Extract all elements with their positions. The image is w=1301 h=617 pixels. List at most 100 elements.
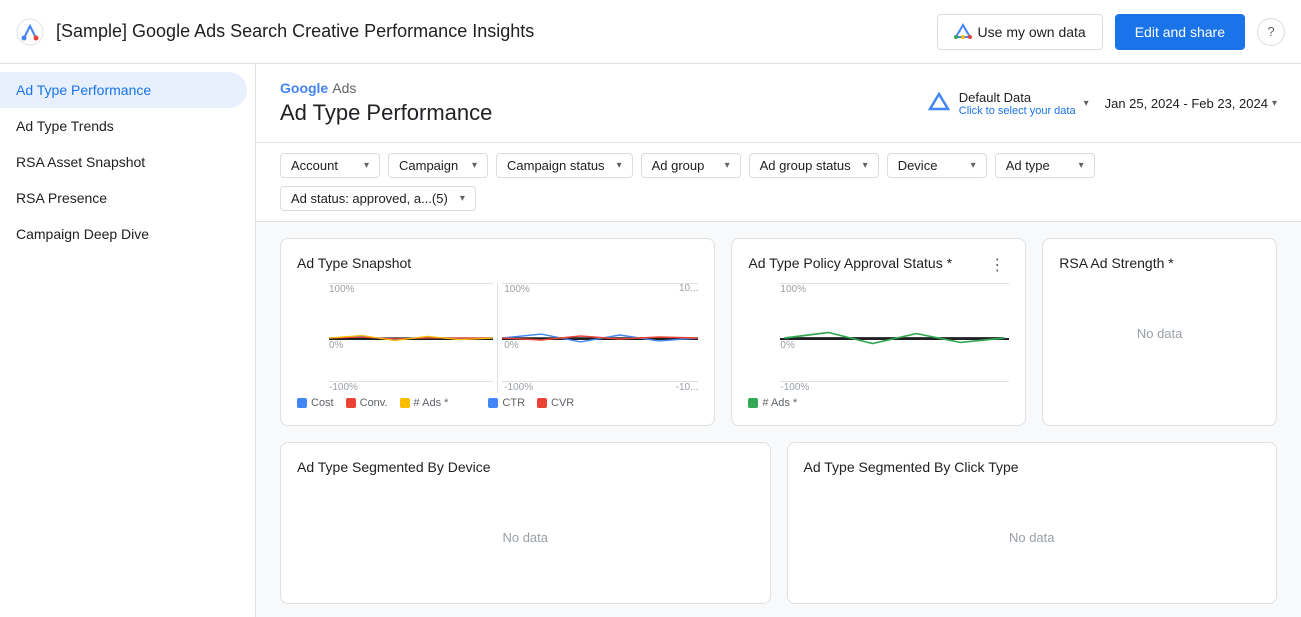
sidebar-item-label: Ad Type Trends	[16, 118, 114, 134]
chart-title-snapshot: Ad Type Snapshot	[297, 255, 698, 271]
chart-click-nodata: No data	[804, 487, 1261, 587]
legend-label-cvr: CVR	[551, 397, 574, 409]
filter-account[interactable]: Account ▾	[280, 153, 380, 178]
chart-policy-legend: # Ads *	[748, 397, 1009, 409]
filter-ad-group-status[interactable]: Ad group status ▾	[749, 153, 879, 178]
legend-cvr: CVR	[537, 397, 574, 409]
sidebar-item-label: RSA Presence	[16, 190, 107, 206]
chart-snapshot-body: 100% 0% -100%	[297, 283, 698, 393]
legend-policy-ads: # Ads *	[748, 397, 797, 409]
filter-ad-group-arrow: ▾	[725, 160, 730, 171]
filter-ad-group-status-arrow: ▾	[863, 160, 868, 171]
report-page-title: Ad Type Performance	[280, 100, 492, 126]
filter-bar: Account ▾ Campaign ▾ Campaign status ▾ A…	[256, 143, 1301, 222]
filter-ad-type-label: Ad type	[1006, 158, 1050, 173]
filter-campaign-status[interactable]: Campaign status ▾	[496, 153, 633, 178]
date-range-arrow: ▾	[1272, 98, 1277, 109]
help-icon: ?	[1267, 24, 1274, 39]
legend-spacer	[460, 397, 476, 409]
sidebar-item-ad-type-trends[interactable]: Ad Type Trends	[0, 108, 247, 144]
sidebar-item-rsa-presence[interactable]: RSA Presence	[0, 180, 247, 216]
chart-device-nodata: No data	[297, 487, 754, 587]
sidebar-item-campaign-deep-dive[interactable]: Campaign Deep Dive	[0, 216, 247, 252]
chart-snapshot-legend: Cost Conv. # Ads * CTR	[297, 397, 698, 409]
data-source-icon	[927, 91, 951, 115]
chart-svg-right	[502, 283, 698, 393]
legend-dot-conv	[346, 398, 356, 408]
legend-label-policy-ads: # Ads *	[762, 397, 797, 409]
legend-dot-policy-ads	[748, 398, 758, 408]
sidebar-item-label: RSA Asset Snapshot	[16, 154, 145, 170]
sidebar-item-rsa-asset-snapshot[interactable]: RSA Asset Snapshot	[0, 144, 247, 180]
legend-dot-cost	[297, 398, 307, 408]
report-header-right: Default Data Click to select your data ▾…	[927, 90, 1277, 117]
report-header-left: Google Ads Ad Type Performance	[280, 80, 492, 126]
filter-campaign-status-arrow: ▾	[617, 160, 622, 171]
help-button[interactable]: ?	[1257, 18, 1285, 46]
filter-device-label: Device	[898, 158, 938, 173]
filter-device-arrow: ▾	[971, 160, 976, 171]
filter-campaign-arrow: ▾	[472, 160, 477, 171]
charts-area: Ad Type Snapshot 100% 0% -100%	[256, 222, 1301, 617]
chart-segmented-device: Ad Type Segmented By Device No data	[280, 442, 771, 604]
chart-policy-body: 100% 0% -100%	[748, 283, 1009, 393]
legend-conv: Conv.	[346, 397, 388, 409]
data-source-arrow: ▾	[1084, 98, 1089, 109]
legend-cost: Cost	[297, 397, 334, 409]
filter-ad-status[interactable]: Ad status: approved, a...(5) ▾	[280, 186, 476, 211]
chart-ad-type-snapshot: Ad Type Snapshot 100% 0% -100%	[280, 238, 715, 426]
content-area: Google Ads Ad Type Performance Default D…	[256, 64, 1301, 617]
filter-account-arrow: ▾	[364, 160, 369, 171]
top-header: [Sample] Google Ads Search Creative Perf…	[0, 0, 1301, 64]
filter-ad-group[interactable]: Ad group ▾	[641, 153, 741, 178]
report-header: Google Ads Ad Type Performance Default D…	[256, 64, 1301, 143]
filter-ad-status-arrow: ▾	[460, 193, 465, 204]
chart-svg-policy	[780, 283, 1009, 393]
filter-device[interactable]: Device ▾	[887, 153, 987, 178]
chart-divider	[497, 283, 498, 393]
sidebar-item-ad-type-performance[interactable]: Ad Type Performance	[0, 72, 247, 108]
chart-title-rsa-strength: RSA Ad Strength *	[1059, 255, 1260, 271]
charts-row-2: Ad Type Segmented By Device No data Ad T…	[280, 442, 1277, 604]
chart-policy-approval: Ad Type Policy Approval Status * ⋮ 100% …	[731, 238, 1026, 426]
ads-text: Ads	[332, 80, 356, 96]
google-ads-icon	[954, 23, 972, 41]
charts-row-1: Ad Type Snapshot 100% 0% -100%	[280, 238, 1277, 426]
legend-label-ads: # Ads *	[414, 397, 449, 409]
legend-dot-ctr	[488, 398, 498, 408]
chart-title-click: Ad Type Segmented By Click Type	[804, 459, 1261, 475]
date-range-selector[interactable]: Jan 25, 2024 - Feb 23, 2024 ▾	[1105, 96, 1277, 111]
legend-dot-cvr	[537, 398, 547, 408]
legend-ctr: CTR	[488, 397, 525, 409]
filter-ad-status-label: Ad status: approved, a...(5)	[291, 191, 448, 206]
main-layout: Ad Type Performance Ad Type Trends RSA A…	[0, 64, 1301, 617]
legend-ads: # Ads *	[400, 397, 449, 409]
chart-rsa-strength: RSA Ad Strength * No data	[1042, 238, 1277, 426]
data-source-selector[interactable]: Default Data Click to select your data ▾	[927, 90, 1089, 117]
filter-ad-type-arrow: ▾	[1079, 160, 1084, 171]
filter-ad-group-label: Ad group	[652, 158, 705, 173]
policy-menu-button[interactable]: ⋮	[985, 255, 1009, 275]
filter-ad-type[interactable]: Ad type ▾	[995, 153, 1095, 178]
filter-account-label: Account	[291, 158, 338, 173]
filter-campaign-label: Campaign	[399, 158, 458, 173]
legend-label-conv: Conv.	[360, 397, 388, 409]
sidebar-item-label: Campaign Deep Dive	[16, 226, 149, 242]
chart-segmented-click: Ad Type Segmented By Click Type No data	[787, 442, 1278, 604]
chart-title-device: Ad Type Segmented By Device	[297, 459, 754, 475]
page-title: [Sample] Google Ads Search Creative Perf…	[56, 21, 925, 42]
date-range-text: Jan 25, 2024 - Feb 23, 2024	[1105, 96, 1268, 111]
use-own-data-button[interactable]: Use my own data	[937, 14, 1103, 50]
app-logo	[16, 18, 44, 46]
chart-svg-left	[329, 283, 493, 393]
legend-label-ctr: CTR	[502, 397, 525, 409]
sidebar-item-label: Ad Type Performance	[16, 82, 151, 98]
data-source-sub: Click to select your data	[959, 105, 1076, 117]
chart-panel-left: 100% 0% -100%	[297, 283, 493, 393]
edit-share-button[interactable]: Edit and share	[1115, 14, 1245, 50]
chart-rsa-strength-nodata: No data	[1059, 283, 1260, 383]
filter-campaign[interactable]: Campaign ▾	[388, 153, 488, 178]
data-source-main: Default Data	[959, 90, 1076, 105]
filter-ad-group-status-label: Ad group status	[760, 158, 851, 173]
filter-campaign-status-label: Campaign status	[507, 158, 605, 173]
